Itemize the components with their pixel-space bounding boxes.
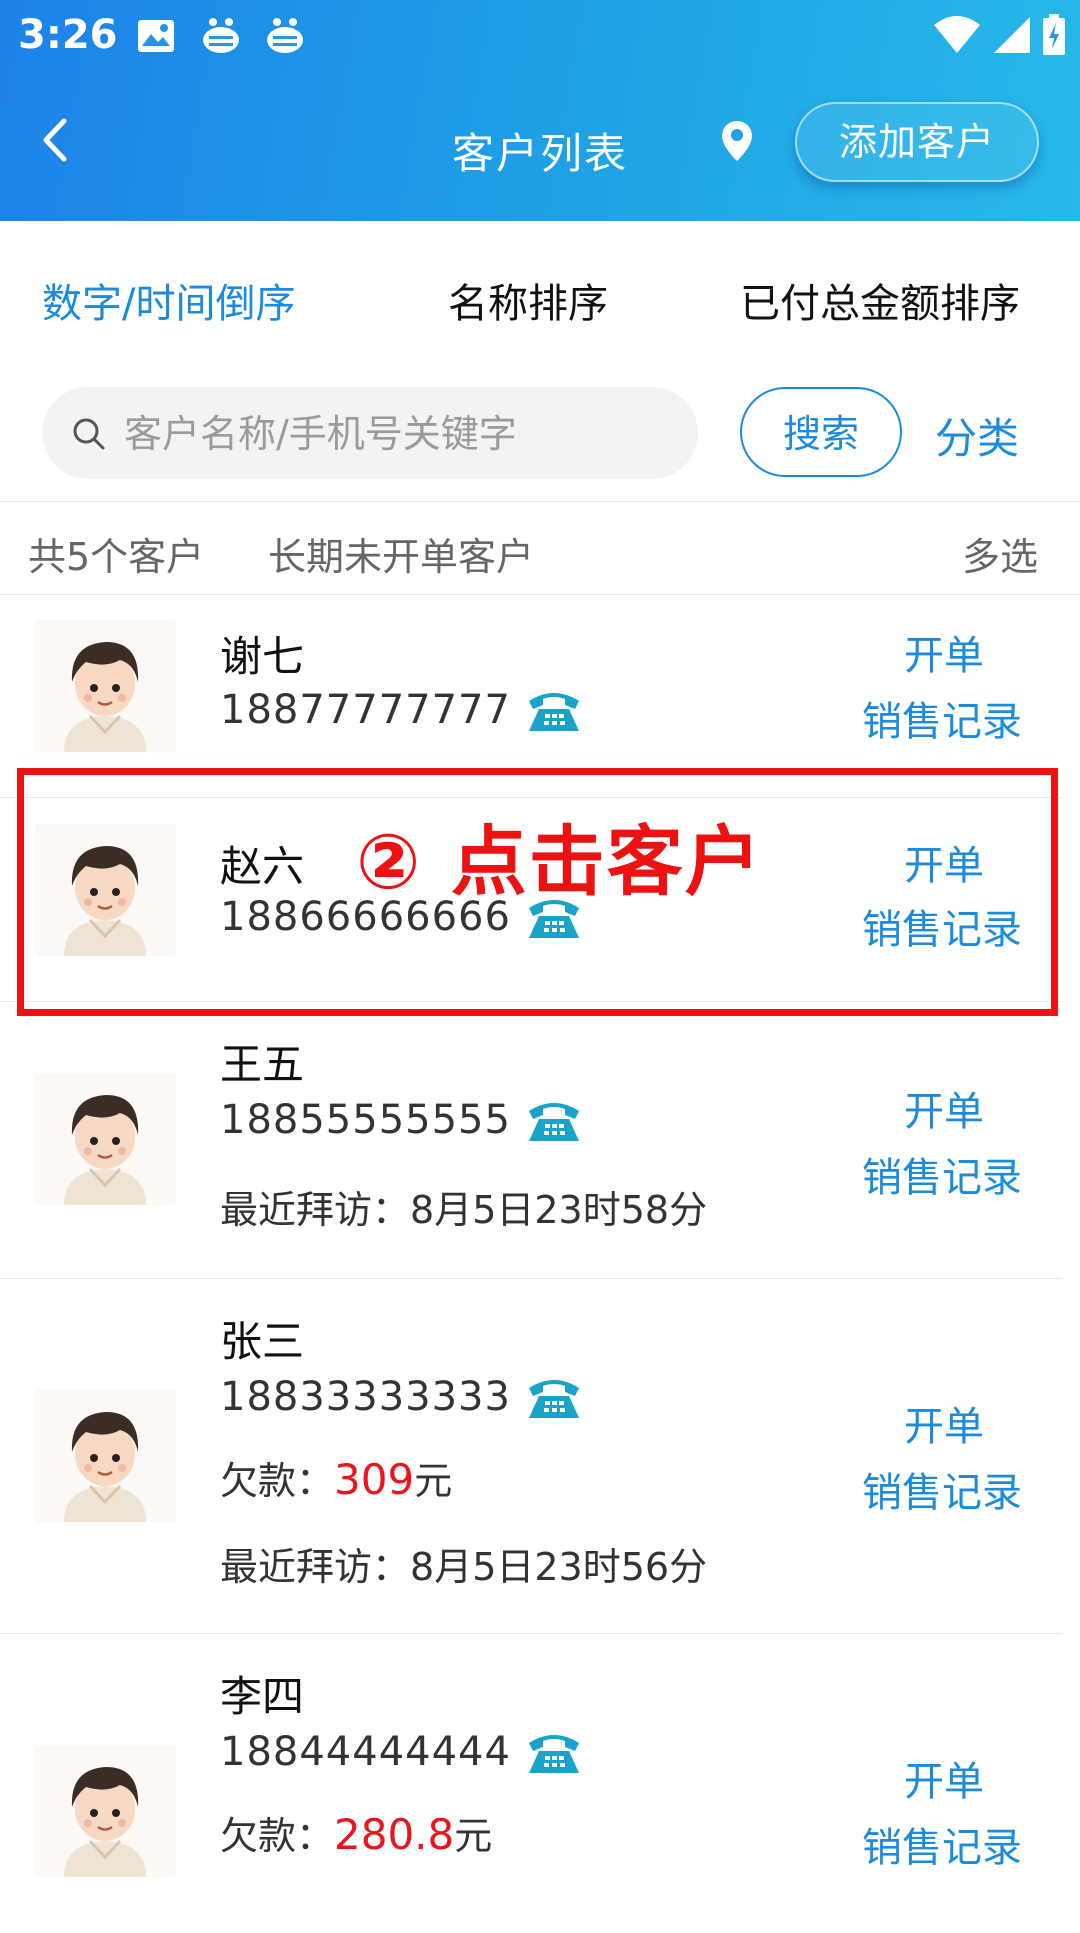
sales-record-button[interactable]: 销售记录 (862, 1815, 1022, 1873)
gallery-notification-icon (136, 18, 176, 58)
search-button[interactable]: 搜索 (740, 387, 902, 477)
status-bar: 3:26 (0, 0, 1080, 76)
tab-sort-by-name[interactable]: 名称排序 (448, 271, 608, 329)
open-order-button[interactable]: 开单 (904, 1394, 984, 1452)
app-notification-icon-2 (262, 14, 308, 62)
wifi-icon (932, 15, 982, 59)
customer-name: 赵六 (220, 842, 305, 891)
last-visit-label: 最近拜访： (220, 1545, 411, 1589)
location-button[interactable] (712, 116, 762, 166)
avatar (34, 1390, 176, 1522)
sales-record-button[interactable]: 销售记录 (862, 1460, 1022, 1518)
last-visit: 最近拜访：8月5日23时58分 (220, 1179, 707, 1234)
telephone-icon[interactable] (525, 1374, 583, 1420)
tutorial-annotation: ② 点击客户 (356, 817, 763, 906)
customer-phone: 18833333333 (220, 1374, 583, 1420)
last-visit: 最近拜访：8月5日23时56分 (220, 1536, 707, 1591)
app-header: 3:26 客户列表 添加客户 (0, 0, 1080, 221)
customer-summary-bar: 共5个客户 长期未开单客户 多选 (0, 501, 1080, 595)
customer-phone-number: 18833333333 (220, 1374, 511, 1420)
customer-phone-number: 18877777777 (220, 687, 511, 733)
debt-unit: 元 (414, 1459, 453, 1503)
customer-name: 王五 (220, 1040, 305, 1089)
debt-amount: 309 (334, 1455, 415, 1504)
open-order-button[interactable]: 开单 (904, 1079, 984, 1137)
debt-label: 欠款： (220, 1814, 335, 1858)
open-order-button[interactable]: 开单 (904, 1749, 984, 1807)
last-visit-label: 最近拜访： (220, 1188, 411, 1232)
sales-record-button[interactable]: 销售记录 (862, 689, 1022, 747)
cellular-signal-icon (992, 15, 1032, 59)
tab-sort-by-paid-amount[interactable]: 已付总金额排序 (740, 271, 1020, 329)
last-visit-time: 8月5日23时58分 (410, 1188, 708, 1232)
avatar (34, 824, 176, 956)
telephone-icon[interactable] (525, 1097, 583, 1143)
customer-name: 谢七 (220, 632, 305, 681)
customer-name: 张三 (220, 1317, 305, 1366)
search-box (42, 387, 698, 481)
customer-phone: 18877777777 (220, 687, 583, 733)
customer-phone-number: 18844444444 (220, 1729, 511, 1775)
customer-phone: 18844444444 (220, 1729, 583, 1775)
sales-record-button[interactable]: 销售记录 (862, 1145, 1022, 1203)
open-order-button[interactable]: 开单 (904, 623, 984, 681)
search-row: 搜索 分类 (0, 371, 1080, 501)
customer-row[interactable]: 张三 18833333333 欠款：309元 最近拜访：8月5日23时56分 开… (0, 1278, 1062, 1634)
customer-count: 共5个客户 (28, 535, 205, 579)
app-notification-icon (198, 14, 244, 62)
multi-select-button[interactable]: 多选 (962, 526, 1038, 581)
navigation-bar: 客户列表 添加客户 (0, 90, 1080, 200)
add-customer-button[interactable]: 添加客户 (795, 102, 1039, 182)
customer-phone-number: 18855555555 (220, 1097, 511, 1143)
debt-amount: 280.8 (334, 1810, 455, 1859)
avatar (34, 1745, 176, 1877)
avatar (34, 1073, 176, 1205)
telephone-icon[interactable] (525, 687, 583, 733)
long-inactive-filter[interactable]: 长期未开单客户 (268, 526, 534, 581)
tab-sort-by-time[interactable]: 数字/时间倒序 (42, 271, 295, 329)
avatar (34, 620, 176, 752)
last-visit-time: 8月5日23时56分 (410, 1545, 708, 1589)
customer-row[interactable]: 李四 18844444444 欠款：280.8元 开单 销售记录 (0, 1633, 1062, 1933)
debt-info: 欠款：309元 (220, 1450, 452, 1505)
search-input[interactable] (122, 387, 686, 481)
map-pin-icon (722, 121, 752, 161)
customer-row[interactable]: 王五 18855555555 最近拜访：8月5日23时58分 开单 销售记录 (0, 1001, 1062, 1279)
sort-tabs: 数字/时间倒序 名称排序 已付总金额排序 (0, 221, 1080, 371)
debt-label: 欠款： (220, 1459, 335, 1503)
search-icon (73, 418, 105, 450)
customer-name: 李四 (220, 1672, 305, 1721)
debt-unit: 元 (454, 1814, 493, 1858)
sales-record-button[interactable]: 销售记录 (862, 897, 1022, 955)
battery-icon (1042, 14, 1066, 60)
status-time: 3:26 (18, 12, 118, 58)
customer-row[interactable]: 谢七 18877777777 开单 销售记录 (0, 593, 1062, 798)
category-button[interactable]: 分类 (935, 405, 1019, 466)
debt-info: 欠款：280.8元 (220, 1805, 492, 1860)
telephone-icon[interactable] (525, 1729, 583, 1775)
customer-phone: 18855555555 (220, 1097, 583, 1143)
open-order-button[interactable]: 开单 (904, 833, 984, 891)
